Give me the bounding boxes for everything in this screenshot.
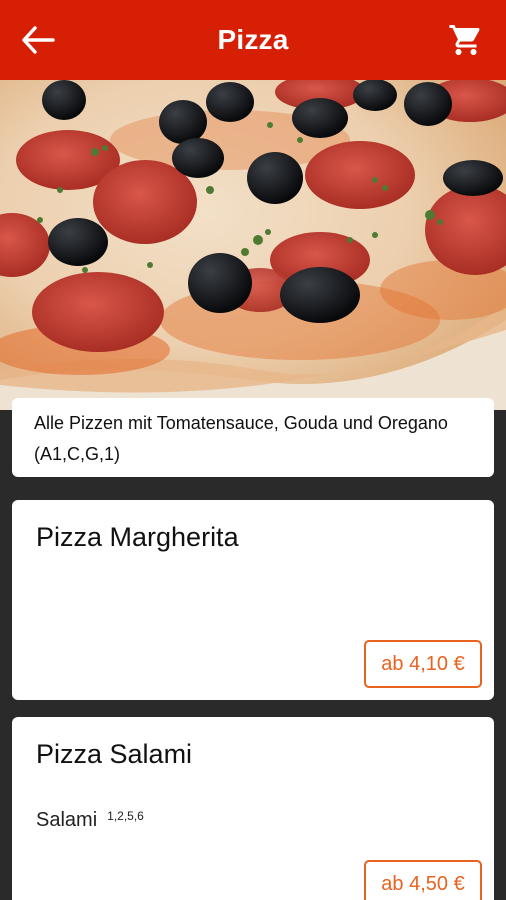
product-ingredients: Salami [36, 809, 98, 831]
pizza-photo [0, 80, 506, 410]
product-name: Pizza Margherita [36, 522, 239, 552]
price-button[interactable]: ab 4,50 € [364, 860, 482, 900]
price-button[interactable]: ab 4,10 € [364, 640, 482, 688]
product-card-margherita[interactable]: Pizza Margherita ab 4,10 € [12, 500, 494, 700]
app-screen: Pizza Alle Pizzen mit Tomatensauce, Goud… [0, 0, 506, 900]
page-title: Pizza [217, 24, 289, 55]
info-card: Alle Pizzen mit Tomatensauce, Gouda und … [12, 398, 494, 477]
shopping-cart-icon [449, 25, 480, 55]
product-card-salami[interactable]: Pizza Salami Salami 1,2,5,6 ab 4,50 € [12, 717, 494, 900]
cart-button[interactable] [444, 18, 488, 62]
product-description: Salami 1,2,5,6 [36, 809, 144, 832]
top-app-bar: Pizza [0, 0, 506, 80]
info-text: Alle Pizzen mit Tomatensauce, Gouda und … [34, 413, 448, 464]
back-button[interactable] [16, 20, 60, 60]
allergen-codes: 1,2,5,6 [107, 809, 144, 823]
product-name: Pizza Salami [36, 739, 193, 769]
arrow-left-icon [22, 26, 55, 54]
